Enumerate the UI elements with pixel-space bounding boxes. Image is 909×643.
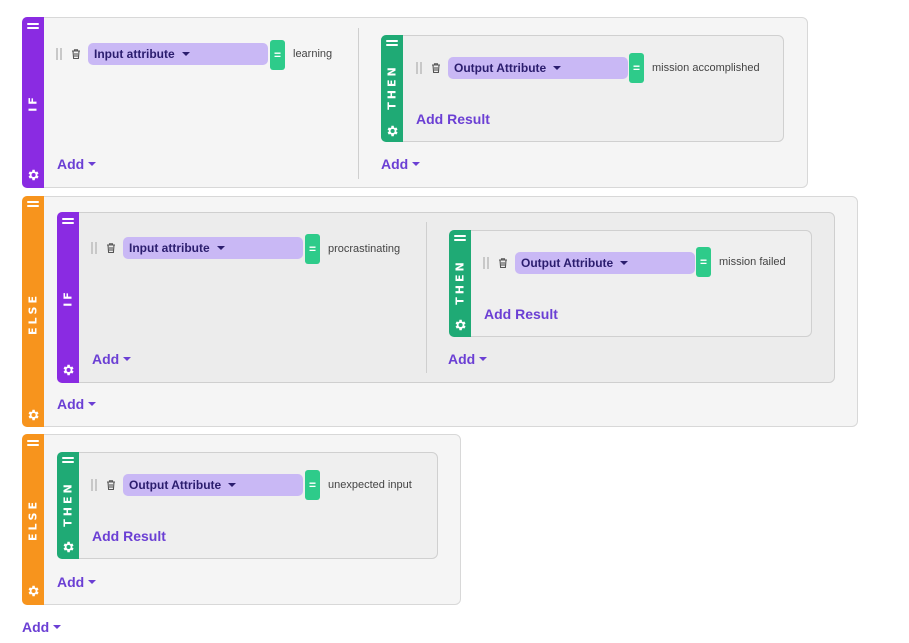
output-attribute-select[interactable]: Output Attribute <box>123 474 303 496</box>
gear-icon[interactable] <box>61 540 75 554</box>
caret-down-icon <box>216 246 225 250</box>
gear-icon[interactable] <box>26 168 40 182</box>
drag-handle-icon[interactable] <box>27 201 39 207</box>
else-label: ELSE <box>26 499 40 541</box>
drag-handle-icon[interactable] <box>27 440 39 446</box>
caret-down-icon <box>88 580 97 584</box>
gear-icon[interactable] <box>61 363 75 377</box>
then-bar: THEN <box>57 452 79 559</box>
equals-operator[interactable]: = <box>305 234 320 264</box>
trash-icon[interactable] <box>105 479 117 491</box>
add-label: Add <box>22 619 50 635</box>
then-bar: THEN <box>381 35 403 142</box>
input-attribute-select[interactable]: Input attribute <box>123 237 303 259</box>
grip-icon[interactable] <box>56 48 62 60</box>
select-label: Output Attribute <box>521 256 614 270</box>
gear-icon[interactable] <box>385 124 399 138</box>
result-value[interactable]: unexpected input <box>328 479 412 491</box>
root-add-button[interactable]: Add <box>22 619 62 635</box>
equals-operator[interactable]: = <box>629 53 644 83</box>
result-value[interactable]: mission failed <box>719 256 786 268</box>
gear-icon[interactable] <box>26 584 40 598</box>
caret-down-icon <box>553 66 562 70</box>
then-label: THEN <box>453 259 467 305</box>
then-label: THEN <box>61 481 75 527</box>
select-label: Input attribute <box>129 241 210 255</box>
add-result-button[interactable]: Add Result <box>416 111 490 127</box>
then-bar: THEN <box>449 230 471 337</box>
caret-down-icon <box>53 625 62 629</box>
add-result-button[interactable]: Add Result <box>92 528 166 544</box>
output-attribute-select[interactable]: Output Attribute <box>515 252 695 274</box>
divider <box>426 222 427 373</box>
result-value[interactable]: mission accomplished <box>652 62 760 74</box>
equals-operator[interactable]: = <box>696 247 711 277</box>
caret-down-icon <box>412 162 421 166</box>
gear-icon[interactable] <box>26 408 40 422</box>
divider <box>358 28 359 179</box>
trash-icon[interactable] <box>430 62 442 74</box>
add-label: Add <box>57 156 85 172</box>
add-button[interactable]: Add <box>57 396 97 412</box>
result-row: Output Attribute <box>483 252 695 274</box>
caret-down-icon <box>88 402 97 406</box>
if-bar: IF <box>22 17 44 188</box>
add-label: Add <box>57 574 85 590</box>
condition-row: Input attribute <box>91 237 303 259</box>
add-label: Add <box>448 351 476 367</box>
gear-icon[interactable] <box>453 318 467 332</box>
input-attribute-select[interactable]: Input attribute <box>88 43 268 65</box>
output-attribute-select[interactable]: Output Attribute <box>448 57 628 79</box>
if-label: IF <box>26 94 40 112</box>
select-label: Output Attribute <box>129 478 222 492</box>
grip-icon[interactable] <box>91 479 97 491</box>
grip-icon[interactable] <box>91 242 97 254</box>
add-button[interactable]: Add <box>92 351 132 367</box>
add-label: Add <box>57 396 85 412</box>
add-button[interactable]: Add <box>448 351 488 367</box>
caret-down-icon <box>479 357 488 361</box>
add-label: Add <box>92 351 120 367</box>
equals-operator[interactable]: = <box>305 470 320 500</box>
caret-down-icon <box>123 357 132 361</box>
drag-handle-icon[interactable] <box>62 457 74 463</box>
drag-handle-icon[interactable] <box>386 40 398 46</box>
if-bar: IF <box>57 212 79 383</box>
else-bar: ELSE <box>22 196 44 427</box>
result-row: Output Attribute <box>416 57 628 79</box>
condition-row: Input attribute <box>56 43 268 65</box>
trash-icon[interactable] <box>70 48 82 60</box>
grip-icon[interactable] <box>483 257 489 269</box>
caret-down-icon <box>88 162 97 166</box>
add-label: Add <box>381 156 409 172</box>
select-label: Input attribute <box>94 47 175 61</box>
add-button[interactable]: Add <box>381 156 421 172</box>
caret-down-icon <box>620 261 629 265</box>
drag-handle-icon[interactable] <box>62 218 74 224</box>
drag-handle-icon[interactable] <box>454 235 466 241</box>
else-label: ELSE <box>26 293 40 335</box>
result-row: Output Attribute <box>91 474 303 496</box>
select-label: Output Attribute <box>454 61 547 75</box>
grip-icon[interactable] <box>416 62 422 74</box>
caret-down-icon <box>181 52 190 56</box>
trash-icon[interactable] <box>105 242 117 254</box>
then-label: THEN <box>385 64 399 110</box>
else-bar: ELSE <box>22 434 44 605</box>
trash-icon[interactable] <box>497 257 509 269</box>
equals-operator[interactable]: = <box>270 40 285 70</box>
if-label: IF <box>61 289 75 307</box>
condition-value[interactable]: learning <box>293 48 332 60</box>
add-button[interactable]: Add <box>57 574 97 590</box>
condition-value[interactable]: procrastinating <box>328 243 400 255</box>
add-button[interactable]: Add <box>57 156 97 172</box>
caret-down-icon <box>228 483 237 487</box>
drag-handle-icon[interactable] <box>27 23 39 29</box>
add-result-button[interactable]: Add Result <box>484 306 558 322</box>
